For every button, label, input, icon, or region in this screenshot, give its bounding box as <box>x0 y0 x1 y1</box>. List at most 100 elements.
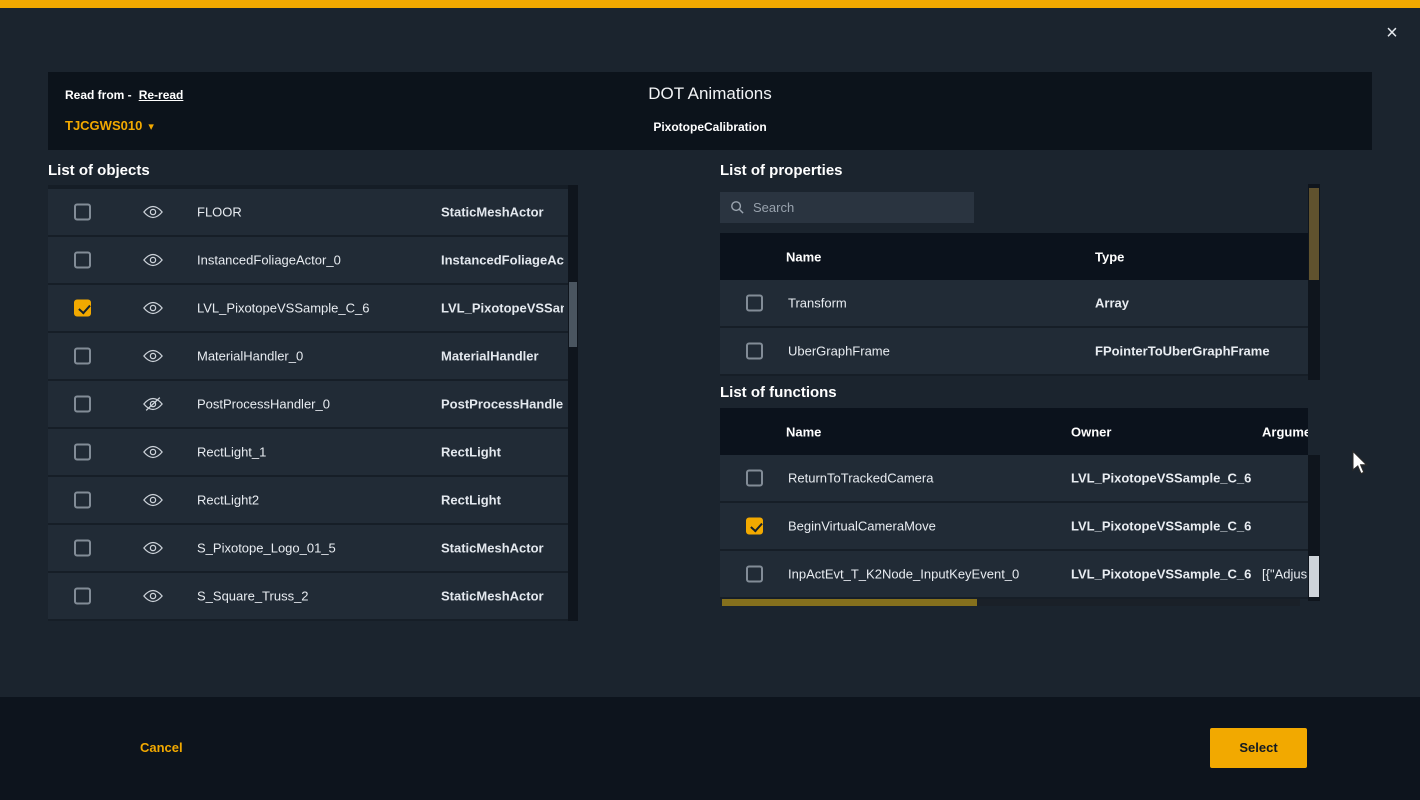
functions-scrollbar[interactable] <box>1308 455 1320 601</box>
object-name-cell: FLOOR <box>197 205 242 220</box>
close-icon[interactable]: × <box>1380 21 1404 45</box>
object-name-cell: PostProcessHandler_0 <box>197 397 330 412</box>
column-header-name: Name <box>786 424 821 439</box>
row-checkbox[interactable] <box>746 470 763 487</box>
cancel-button[interactable]: Cancel <box>140 740 183 755</box>
function-owner-cell: LVL_PixotopeVSSample_C_6 <box>1071 519 1251 534</box>
object-type-cell: MaterialHandler <box>441 349 564 364</box>
dialog-title: DOT Animations <box>48 84 1372 104</box>
object-name-cell: RectLight2 <box>197 493 259 508</box>
objects-table-body: FLOOR StaticMeshActor InstancedFoliageAc… <box>48 189 578 621</box>
property-name-cell: Transform <box>788 296 847 311</box>
object-row[interactable]: PostProcessHandler_0 PostProcessHandler <box>48 381 568 429</box>
dialog-subtitle: PixotopeCalibration <box>48 120 1372 134</box>
property-type-cell: FPointerToUberGraphFrame <box>1095 344 1270 359</box>
object-name-cell: InstancedFoliageActor_0 <box>197 253 341 268</box>
row-checkbox[interactable] <box>746 518 763 535</box>
function-row[interactable]: ReturnToTrackedCamera LVL_PixotopeVSSamp… <box>720 455 1308 503</box>
search-icon <box>730 200 745 215</box>
eye-visible-icon[interactable] <box>143 589 163 604</box>
object-row[interactable]: LVL_PixotopeVSSample_C_6 LVL_PixotopeVSS… <box>48 285 568 333</box>
row-checkbox[interactable] <box>74 588 91 605</box>
object-type-cell: RectLight <box>441 445 564 460</box>
select-button[interactable]: Select <box>1210 728 1307 768</box>
row-checkbox[interactable] <box>74 540 91 557</box>
row-checkbox[interactable] <box>74 396 91 413</box>
row-checkbox[interactable] <box>746 295 763 312</box>
property-type-cell: Array <box>1095 296 1129 311</box>
eye-visible-icon[interactable] <box>143 349 163 364</box>
object-row[interactable]: S_Square_Truss_2 StaticMeshActor <box>48 573 568 621</box>
object-row[interactable]: InstancedFoliageActor_0 InstancedFoliage… <box>48 237 568 285</box>
object-type-cell: InstancedFoliageActor <box>441 253 564 268</box>
function-name-cell: BeginVirtualCameraMove <box>788 519 936 534</box>
search-box[interactable] <box>720 192 974 223</box>
eye-visible-icon[interactable] <box>143 301 163 316</box>
object-row[interactable]: RectLight2 RectLight <box>48 477 568 525</box>
functions-panel-title: List of functions <box>720 384 837 401</box>
function-name-cell: ReturnToTrackedCamera <box>788 471 933 486</box>
row-checkbox[interactable] <box>746 566 763 583</box>
properties-scrollbar-thumb[interactable] <box>1309 188 1319 280</box>
properties-table-body: Transform Array UberGraphFrame FPointerT… <box>720 280 1308 376</box>
object-type-cell: StaticMeshActor <box>441 205 564 220</box>
objects-scrollbar[interactable] <box>568 185 578 621</box>
column-header-arguments: Arguments <box>1262 424 1308 439</box>
object-type-cell: LVL_PixotopeVSSample_C <box>441 301 564 316</box>
eye-visible-icon[interactable] <box>143 541 163 556</box>
property-row[interactable]: UberGraphFrame FPointerToUberGraphFrame <box>720 328 1308 376</box>
row-checkbox[interactable] <box>74 348 91 365</box>
function-row[interactable]: BeginVirtualCameraMove LVL_PixotopeVSSam… <box>720 503 1308 551</box>
object-name-cell: LVL_PixotopeVSSample_C_6 <box>197 301 370 316</box>
function-owner-cell: LVL_PixotopeVSSample_C_6 <box>1071 471 1251 486</box>
properties-panel-title: List of properties <box>720 162 843 179</box>
row-checkbox[interactable] <box>74 492 91 509</box>
properties-scrollbar[interactable] <box>1308 184 1320 380</box>
object-row[interactable]: S_Pixotope_Logo_01_5 StaticMeshActor <box>48 525 568 573</box>
function-name-cell: InpActEvt_T_K2Node_InputKeyEvent_0 <box>788 567 1019 582</box>
row-checkbox[interactable] <box>74 252 91 269</box>
object-row[interactable]: MaterialHandler_0 MaterialHandler <box>48 333 568 381</box>
mouse-cursor <box>1351 450 1369 481</box>
object-name-cell: RectLight_1 <box>197 445 266 460</box>
object-row[interactable]: RectLight_1 RectLight <box>48 429 568 477</box>
dialog-footer: Cancel Select <box>0 697 1420 800</box>
function-arguments-cell: [{"Adjus <box>1262 567 1307 582</box>
dot-animations-dialog: × Read from -Re-read TJCGWS010▾ DOT Anim… <box>0 0 1420 800</box>
eye-visible-icon[interactable] <box>143 205 163 220</box>
eye-visible-icon[interactable] <box>143 445 163 460</box>
properties-table-header: Name Type <box>720 233 1308 280</box>
object-type-cell: PostProcessHandler <box>441 397 564 412</box>
column-header-owner: Owner <box>1071 424 1111 439</box>
functions-table-body: ReturnToTrackedCamera LVL_PixotopeVSSamp… <box>720 455 1308 599</box>
functions-horizontal-scrollbar-thumb[interactable] <box>722 599 977 606</box>
property-row[interactable]: Transform Array <box>720 280 1308 328</box>
properties-table: Name Type Transform Array UberGraphFrame… <box>720 233 1308 376</box>
row-checkbox[interactable] <box>74 444 91 461</box>
row-checkbox[interactable] <box>74 204 91 221</box>
object-row[interactable]: FLOOR StaticMeshActor <box>48 189 568 237</box>
object-type-cell: StaticMeshActor <box>441 589 564 604</box>
functions-table-header: Name Owner Arguments <box>720 408 1308 455</box>
property-name-cell: UberGraphFrame <box>788 344 890 359</box>
function-owner-cell: LVL_PixotopeVSSample_C_6 <box>1071 567 1251 582</box>
object-type-cell: StaticMeshActor <box>441 541 564 556</box>
functions-scrollbar-thumb[interactable] <box>1309 556 1319 597</box>
functions-table: Name Owner Arguments ReturnToTrackedCame… <box>720 408 1308 599</box>
accent-topbar <box>0 0 1420 8</box>
objects-scrollbar-thumb[interactable] <box>569 282 577 347</box>
functions-horizontal-scrollbar[interactable] <box>722 599 1300 606</box>
column-header-name: Name <box>786 249 821 264</box>
eye-visible-icon[interactable] <box>143 493 163 508</box>
objects-panel-title: List of objects <box>48 162 150 179</box>
object-name-cell: S_Square_Truss_2 <box>197 589 309 604</box>
eye-hidden-icon[interactable] <box>143 397 163 412</box>
dialog-header: Read from -Re-read TJCGWS010▾ DOT Animat… <box>48 72 1372 150</box>
column-header-type: Type <box>1095 249 1124 264</box>
eye-visible-icon[interactable] <box>143 253 163 268</box>
search-input[interactable] <box>753 200 964 215</box>
row-checkbox[interactable] <box>746 343 763 360</box>
row-checkbox[interactable] <box>74 300 91 317</box>
function-row[interactable]: InpActEvt_T_K2Node_InputKeyEvent_0 LVL_P… <box>720 551 1308 599</box>
object-name-cell: S_Pixotope_Logo_01_5 <box>197 541 336 556</box>
